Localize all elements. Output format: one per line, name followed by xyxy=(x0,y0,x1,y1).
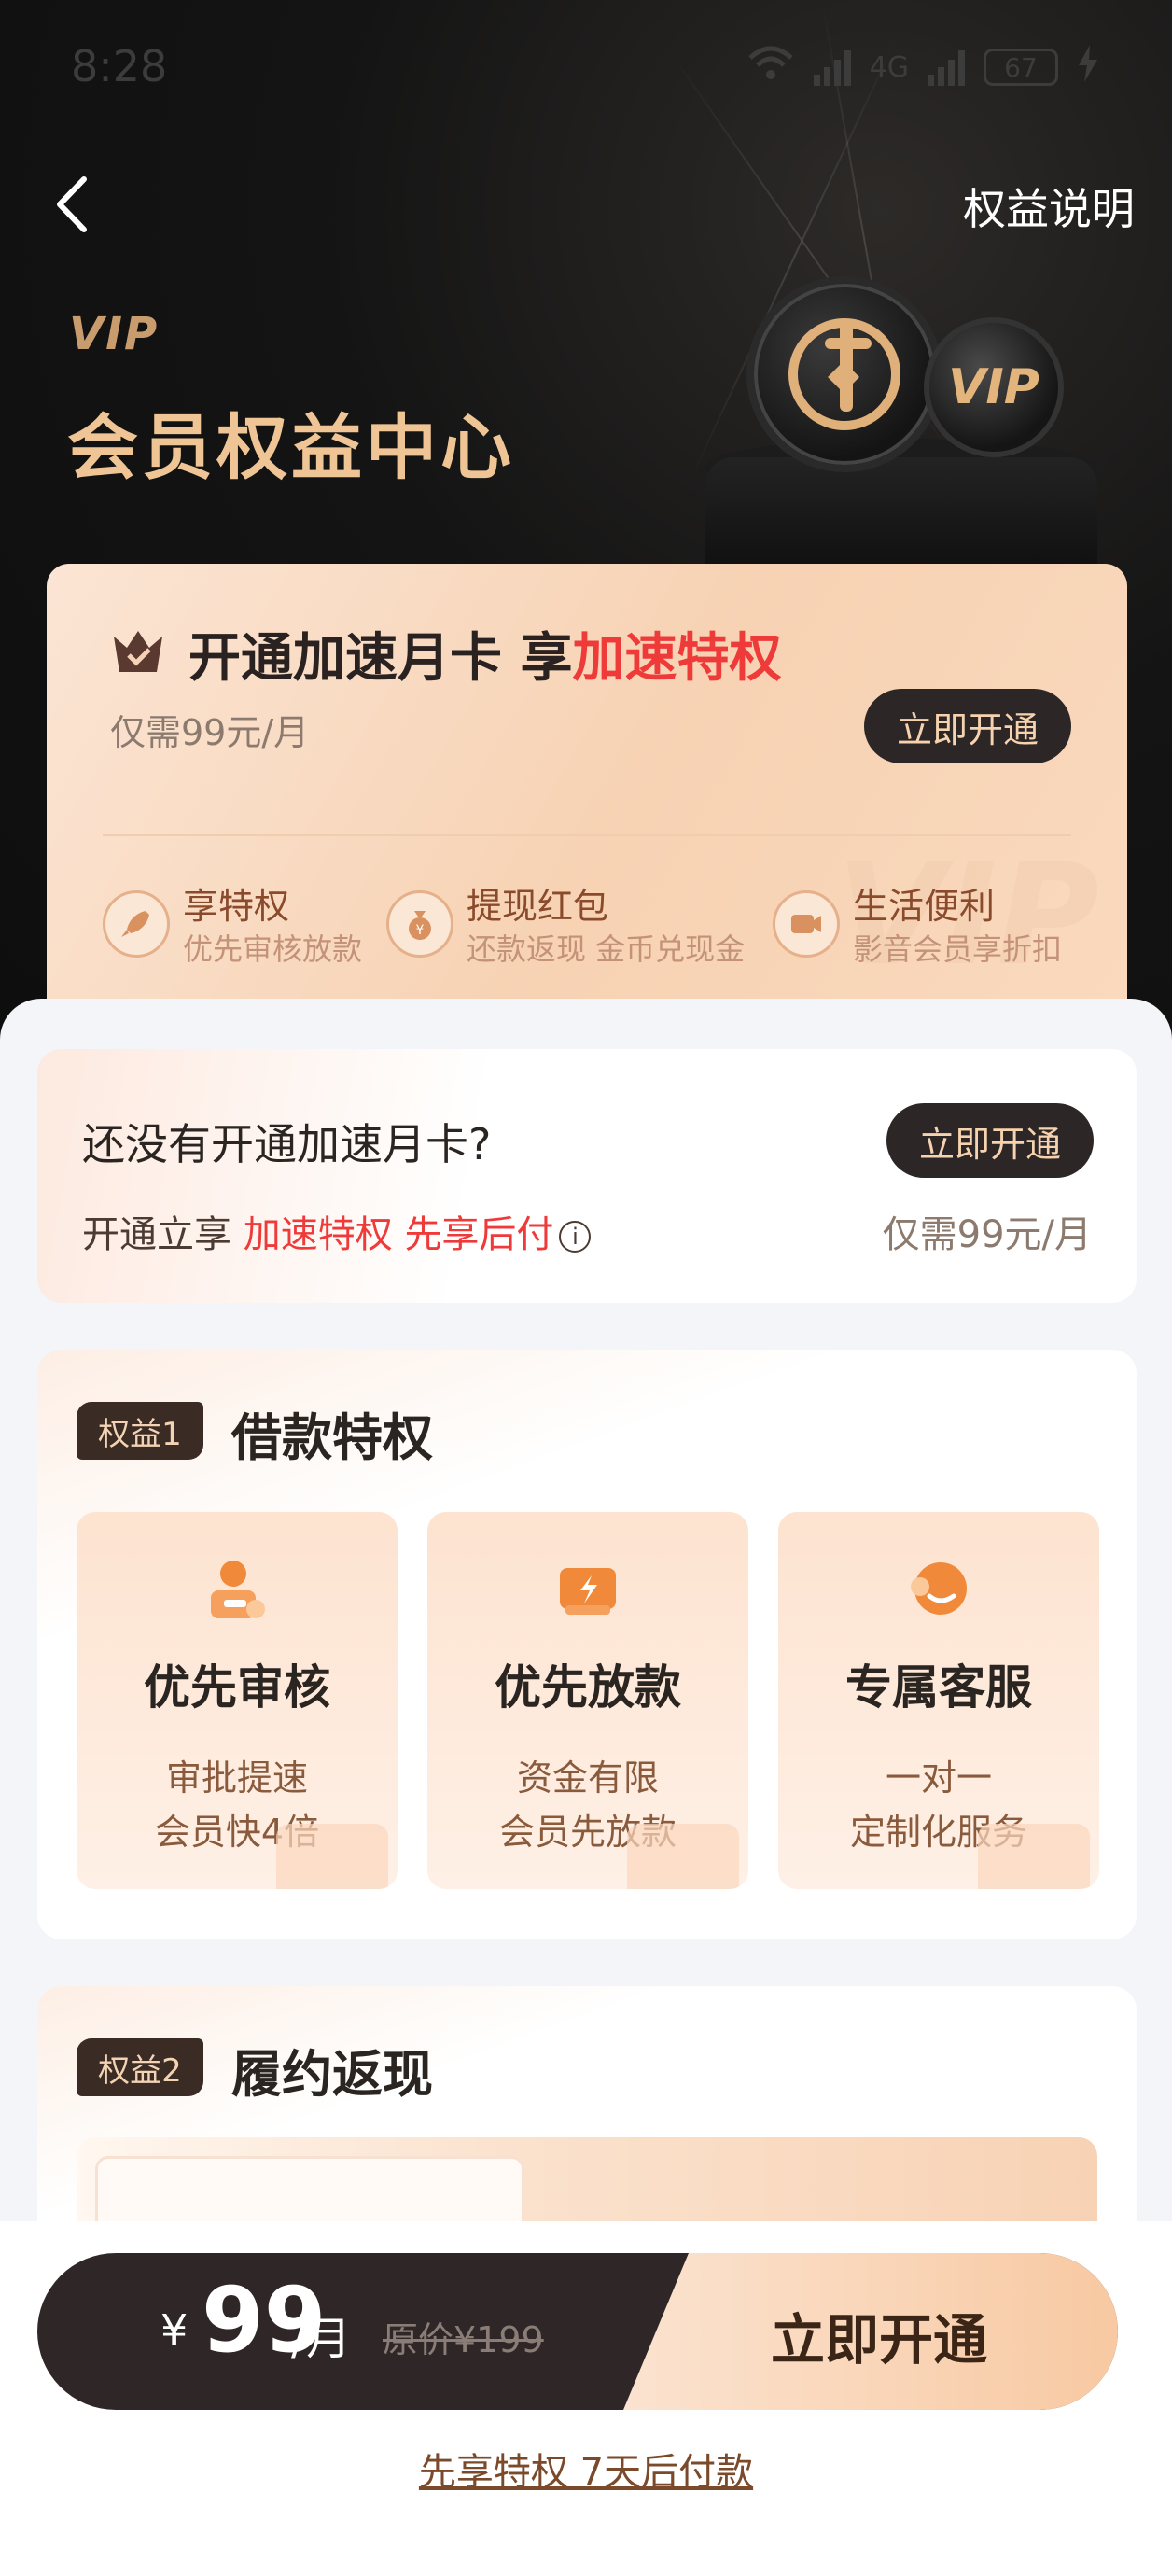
tile-decoration xyxy=(276,1824,388,1889)
benefit-tag: 权益2 xyxy=(77,2038,203,2096)
purchase-pill: ¥ 99 /月 原价¥199 立即开通 xyxy=(37,2253,1118,2410)
benefit-tile: 专属客服 一对一 定制化服务 xyxy=(778,1512,1099,1889)
promo-title: 开通加速月卡 享加速特权 xyxy=(188,616,782,692)
rights-description-link[interactable]: 权益说明 xyxy=(963,175,1135,237)
tile-decoration xyxy=(978,1824,1090,1889)
benefit-title: 履约返现 xyxy=(231,2045,433,2104)
promo-title-highlight: 加速特权 xyxy=(572,628,782,689)
perk-desc: 优先审核放款 xyxy=(183,931,363,967)
tile-title: 优先放款 xyxy=(495,1660,681,1715)
promo-title-text: 开通加速月卡 享 xyxy=(188,628,573,689)
benefit-tag: 权益1 xyxy=(77,1402,203,1460)
not-activated-card: 还没有开通加速月卡? 立即开通 开通立享 加速特权 先享后付 i 仅需99元/月 xyxy=(37,1049,1137,1303)
membership-promo-card: VIP 开通加速月卡 享加速特权 仅需99元/月 立即开通 享特权 优先审核放款… xyxy=(47,564,1127,1002)
benefit-card-loan: 权益1 借款特权 优先审核 审批提速 会员快4倍 优先放款 资金有限 会员先放款… xyxy=(37,1350,1137,1939)
perk-desc: 影音会员享折扣 xyxy=(853,931,1063,967)
benefit-tile: 优先审核 审批提速 会员快4倍 xyxy=(77,1512,398,1889)
chat-icon xyxy=(901,1553,976,1628)
activate-now-button[interactable]: 立即开通 xyxy=(771,2296,987,2374)
notice-highlight: 加速特权 xyxy=(243,1213,393,1256)
perk-title: 生活便利 xyxy=(853,886,996,927)
notice-price: 仅需99元/月 xyxy=(882,1213,1092,1256)
tile-title: 优先审核 xyxy=(144,1660,330,1715)
status-icons: 4G 67 xyxy=(746,45,1099,90)
back-button[interactable] xyxy=(47,172,103,237)
original-price: 原价¥199 xyxy=(383,2319,544,2360)
battery-indicator: 67 xyxy=(984,49,1058,86)
vip-logo: VIP xyxy=(69,308,160,360)
perk-title: 享特权 xyxy=(183,886,290,927)
svg-text:¥: ¥ xyxy=(416,923,425,938)
page-title: 会员权益中心 xyxy=(67,406,515,489)
crown-icon xyxy=(110,623,166,679)
reviewer-icon xyxy=(200,1553,274,1628)
divider xyxy=(103,834,1071,836)
charging-icon xyxy=(1077,45,1099,90)
status-bar: 8:28 4G 67 xyxy=(0,0,1172,131)
benefit-title: 借款特权 xyxy=(231,1408,433,1467)
activate-button[interactable]: 立即开通 xyxy=(886,1103,1094,1178)
coin-logo-icon xyxy=(746,276,942,472)
notice-question: 还没有开通加速月卡? xyxy=(82,1119,492,1169)
network-label: 4G xyxy=(869,50,909,84)
status-time: 8:28 xyxy=(71,41,168,91)
tile-title: 专属客服 xyxy=(845,1660,1032,1715)
bottom-purchase-bar: ¥ 99 /月 原价¥199 立即开通 先享特权 7天后付款 xyxy=(0,2221,1172,2576)
perk-title: 提现红包 xyxy=(467,886,609,927)
notice-highlight: 先享后付 xyxy=(404,1213,554,1256)
tile-decoration xyxy=(627,1824,739,1889)
tile-desc: 一对一 xyxy=(885,1757,992,1799)
info-icon[interactable]: i xyxy=(559,1221,592,1253)
signal-icon xyxy=(813,49,851,86)
wifi-icon xyxy=(746,45,795,90)
pay-later-link[interactable]: 先享特权 7天后付款 xyxy=(0,2442,1172,2496)
price-currency: ¥ xyxy=(160,2305,188,2356)
tile-desc: 资金有限 xyxy=(516,1757,659,1799)
benefit-tile: 优先放款 资金有限 会员先放款 xyxy=(427,1512,748,1889)
video-icon xyxy=(773,890,840,958)
perk-desc: 还款返现 金币兑现金 xyxy=(467,931,746,967)
notice-benefits: 开通立享 加速特权 先享后付 i xyxy=(82,1204,592,1258)
activate-button[interactable]: 立即开通 xyxy=(864,689,1071,763)
signal-icon xyxy=(928,49,965,86)
price-unit: /月 xyxy=(291,2313,352,2365)
money-bag-icon: ¥ xyxy=(386,890,453,958)
promo-price: 仅需99元/月 xyxy=(110,712,310,753)
tile-desc: 审批提速 xyxy=(165,1757,308,1799)
chevron-left-icon xyxy=(57,176,87,232)
notice-prefix: 开通立享 xyxy=(82,1213,231,1256)
vip-coin: VIP xyxy=(924,317,1064,457)
rocket-icon xyxy=(103,890,170,958)
ticket-icon xyxy=(551,1553,625,1628)
